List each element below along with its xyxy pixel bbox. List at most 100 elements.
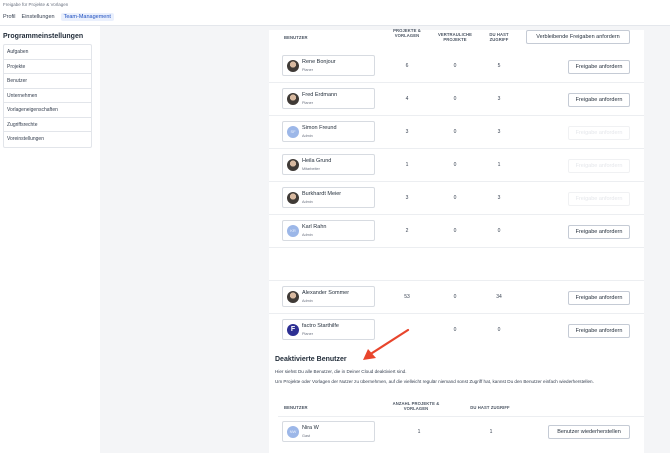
column-header-user: BENUTZER <box>284 35 308 40</box>
user-role: Planer <box>302 68 313 72</box>
user-role: Admin <box>302 299 313 303</box>
user-role: Mitarbeiter <box>302 167 320 171</box>
access-count: 1 <box>489 429 493 435</box>
sidebar-menu: Aufgaben Projekte Benutzer Unternehmen V… <box>3 44 92 148</box>
column-header-access: DU HAST ZUGRIFF <box>489 32 509 42</box>
access-count: 3 <box>497 195 501 201</box>
user-name: Heila Grund <box>302 158 332 164</box>
divider <box>278 416 644 417</box>
user-name: Burkhardt Meier <box>302 191 342 197</box>
user-name: Simon Freund <box>302 125 337 131</box>
top-bar: Freigabe für Projekte & Vorlagen Profil … <box>0 0 670 26</box>
column-header-projects: ANZAHL PROJEKTE & VORLAGEN <box>392 401 440 411</box>
deactivated-users-table: BENUTZER ANZAHL PROJEKTE & VORLAGEN DU H… <box>278 394 644 453</box>
deactivated-users-title: Deaktivierte Benutzer <box>275 356 347 363</box>
request-access-button[interactable]: Freigabe anfordern <box>568 225 630 239</box>
projects-count: 4 <box>405 96 409 102</box>
projects-count: 6 <box>405 63 409 69</box>
sidebar-item-zugriffsrechte[interactable]: Zugriffsrechte <box>4 118 91 132</box>
table-row-empty <box>269 248 644 281</box>
table-row: Heila Grund Mitarbeiter 1 0 1 Freigabe a… <box>269 149 644 182</box>
user-card: SF Simon Freund Admin <box>282 121 375 142</box>
projects-count <box>397 314 417 347</box>
request-access-button[interactable]: Freigabe anfordern <box>568 324 630 338</box>
access-count: 34 <box>496 294 502 300</box>
sidebar-item-voreinstellungen[interactable]: Voreinstellungen <box>4 132 91 147</box>
projects-count: 1 <box>405 162 409 168</box>
table-row: SF Simon Freund Admin 3 0 3 Freigabe anf… <box>269 116 644 149</box>
column-header-user: BENUTZER <box>284 405 308 410</box>
request-access-button[interactable]: Freigabe anfordern <box>568 60 630 74</box>
user-name: Fred Erdmann <box>302 92 338 98</box>
user-card: Fred Erdmann Planer <box>282 88 375 109</box>
request-remaining-button[interactable]: Verbleibende Freigaben anfordern <box>526 30 630 44</box>
projects-count: 3 <box>405 195 409 201</box>
sidebar-title: Programmeinstellungen <box>3 33 84 40</box>
user-role: Planer <box>302 101 313 105</box>
user-role: Admin <box>302 134 313 138</box>
projects-count: 1 <box>417 429 421 435</box>
access-count: 1 <box>497 162 501 168</box>
deactivated-hint: Um Projekte oder Vorlagen der Nutzer zu … <box>275 379 594 384</box>
avatar <box>287 93 299 105</box>
user-card: Heila Grund Mitarbeiter <box>282 154 375 175</box>
user-card: Alexander Sommer Admin <box>282 286 375 307</box>
avatar: KR <box>287 225 299 237</box>
request-access-button-disabled: Freigabe anfordern <box>568 159 630 173</box>
request-access-button[interactable]: Freigabe anfordern <box>568 93 630 107</box>
projects-count: 3 <box>405 129 409 135</box>
column-header-confidential: VERTRAULICHE PROJEKTE <box>437 32 472 42</box>
user-card: F factro Starthilfe Planer <box>282 319 375 340</box>
avatar <box>287 60 299 72</box>
table-row: Burkhardt Meier Admin 3 0 3 Freigabe anf… <box>269 182 644 215</box>
column-header-projects: PROJEKTE & VORLAGEN <box>393 28 421 38</box>
avatar: NW <box>287 426 299 438</box>
tab-team-management[interactable]: Team-Management <box>60 13 114 21</box>
confidential-count: 0 <box>453 96 457 102</box>
projects-count: 2 <box>405 228 409 234</box>
restore-user-button[interactable]: Benutzer wiederherstellen <box>548 425 630 439</box>
sidebar-item-aufgaben[interactable]: Aufgaben <box>4 45 91 60</box>
confidential-count: 0 <box>453 327 457 333</box>
avatar: SF <box>287 126 299 138</box>
user-card: Rene Bonjour Planer <box>282 55 375 76</box>
user-role: Admin <box>302 200 313 204</box>
main-content: BENUTZER PROJEKTE & VORLAGEN VERTRAULICH… <box>269 28 644 453</box>
sidebar-item-projekte[interactable]: Projekte <box>4 60 91 74</box>
tab-bar: Profil Einstellungen Team-Management <box>3 13 114 21</box>
user-name: factro Starthilfe <box>302 323 339 329</box>
table-row: Rene Bonjour Planer 6 0 5 Freigabe anfor… <box>269 50 644 83</box>
user-card: NW Nira W Gast <box>282 421 375 442</box>
request-access-button[interactable]: Freigabe anfordern <box>568 291 630 305</box>
user-name: Karl Rahn <box>302 224 327 230</box>
confidential-count: 0 <box>453 162 457 168</box>
avatar <box>287 291 299 303</box>
user-role: Planer <box>302 332 313 336</box>
deactivated-description: Hier siehst Du alle Benutzer, die in Dei… <box>275 369 407 374</box>
factro-logo-icon: F <box>287 324 299 336</box>
tab-profil[interactable]: Profil <box>3 13 16 21</box>
tab-einstellungen[interactable]: Einstellungen <box>22 13 55 21</box>
column-header-access: DU HAST ZUGRIFF <box>470 405 510 410</box>
confidential-count: 0 <box>453 63 457 69</box>
sidebar-item-unternehmen[interactable]: Unternehmen <box>4 89 91 103</box>
user-card: Burkhardt Meier Admin <box>282 187 375 208</box>
avatar <box>287 192 299 204</box>
request-access-button-disabled: Freigabe anfordern <box>568 126 630 140</box>
table-row: KR Karl Rahn Admin 2 0 0 Freigabe anford… <box>269 215 644 248</box>
sidebar: Programmeinstellungen Aufgaben Projekte … <box>0 26 100 453</box>
avatar <box>287 159 299 171</box>
table-row: Fred Erdmann Planer 4 0 3 Freigabe anfor… <box>269 83 644 116</box>
sidebar-item-vorlageneigenschaften[interactable]: Vorlageneigenschaften <box>4 103 91 118</box>
user-card: KR Karl Rahn Admin <box>282 220 375 241</box>
access-count: 0 <box>497 228 501 234</box>
access-count: 0 <box>497 327 501 333</box>
confidential-count: 0 <box>453 294 457 300</box>
sidebar-item-benutzer[interactable]: Benutzer <box>4 74 91 89</box>
access-count: 3 <box>497 96 501 102</box>
projects-count: 53 <box>404 294 410 300</box>
user-role: Gast <box>302 434 311 438</box>
table-row: F factro Starthilfe Planer 0 0 Freigabe … <box>269 314 644 347</box>
user-name: Rene Bonjour <box>302 59 336 65</box>
confidential-count: 0 <box>453 195 457 201</box>
